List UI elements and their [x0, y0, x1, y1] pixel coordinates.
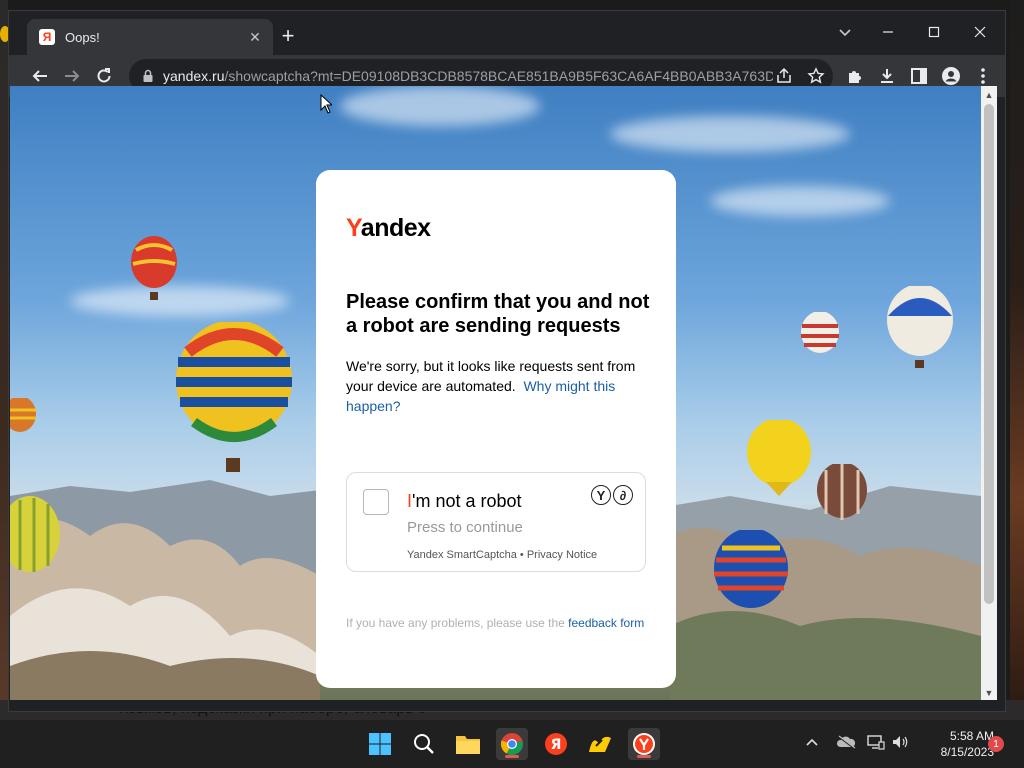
tab-title: Oops! [65, 29, 100, 45]
extensions-puzzle-icon[interactable] [845, 66, 865, 86]
notification-badge[interactable]: 1 [988, 736, 1004, 752]
minimize-icon[interactable] [865, 17, 911, 47]
url-path: /showcaptcha?mt=DE09108DB3CDB8578BCAE851… [224, 68, 773, 84]
hot-air-balloon [801, 312, 839, 353]
smartcaptcha-logo-icon: Y ∂ [591, 485, 633, 505]
yandex-icon[interactable]: Я [540, 728, 572, 760]
logo-rest: andex [360, 214, 431, 242]
windows-start-icon[interactable] [364, 728, 396, 760]
hot-air-balloon [714, 530, 788, 608]
hot-air-balloon [10, 398, 36, 432]
hot-air-balloon [176, 322, 292, 472]
scroll-down-arrow-icon[interactable]: ▼ [984, 688, 994, 698]
hot-air-balloon [887, 286, 953, 368]
svg-text:Я: Я [551, 737, 562, 753]
maximize-icon[interactable] [911, 17, 957, 47]
feedback-form-link[interactable]: feedback form [568, 616, 644, 630]
lock-icon[interactable] [141, 69, 155, 83]
hot-air-balloon [10, 496, 60, 572]
hot-air-balloon [747, 420, 811, 496]
captcha-card: Yandex Please confirm that you and not a… [316, 170, 676, 688]
menu-kebab-icon[interactable] [973, 66, 993, 86]
hot-air-balloon [131, 236, 177, 300]
captcha-footer: Yandex SmartCaptcha • Privacy Notice [407, 549, 597, 561]
footer-separator: • [519, 549, 524, 561]
share-icon[interactable] [775, 67, 793, 85]
cloud [610, 116, 850, 152]
cloud [710, 186, 890, 216]
system-clock[interactable]: 5:58 AM 8/15/2023 [918, 728, 994, 760]
desktop-right-edge [1010, 0, 1024, 712]
yandex-music-icon[interactable] [584, 728, 616, 760]
yandex-logo: Yandex [346, 214, 431, 243]
logo-first-letter: Y [346, 214, 361, 242]
label-rest: 'm not a robot [412, 491, 522, 511]
close-window-icon[interactable] [957, 17, 1003, 47]
running-indicator [637, 755, 651, 758]
tray-chevron-up-icon[interactable] [802, 732, 822, 752]
search-icon[interactable] [408, 728, 440, 760]
url-text[interactable]: yandex.ru/showcaptcha?mt=DE09108DB3CDB85… [163, 68, 773, 84]
press-to-continue: Press to continue [407, 519, 523, 536]
onedrive-offline-icon[interactable] [836, 732, 856, 752]
mouse-cursor-icon [320, 94, 332, 114]
title-bar: Я Oops! ✕ + [9, 11, 1005, 55]
network-icon[interactable] [866, 732, 886, 752]
cloud [70, 286, 290, 316]
tab-close-icon[interactable]: ✕ [247, 29, 263, 46]
feedback-note: If you have any problems, please use the… [346, 614, 646, 632]
new-tab-plus-icon[interactable]: + [277, 25, 299, 47]
feedback-text: If you have any problems, please use the [346, 616, 565, 630]
yandex-browser-icon[interactable] [628, 728, 660, 760]
bookmark-star-icon[interactable] [807, 67, 825, 85]
file-explorer-icon[interactable] [452, 728, 484, 760]
running-indicator [505, 755, 519, 758]
cloud [340, 86, 540, 126]
chrome-icon[interactable] [496, 728, 528, 760]
yandex-favicon-icon: Я [39, 29, 55, 45]
volume-icon[interactable] [890, 732, 910, 752]
smartcaptcha-widget[interactable]: I'm not a robot Press to continue Yandex… [346, 472, 646, 572]
scrollbar-thumb[interactable] [984, 104, 994, 604]
desktop-left-edge [0, 0, 8, 712]
side-panel-icon[interactable] [909, 66, 929, 86]
active-tab[interactable]: Я Oops! ✕ [27, 19, 273, 55]
tab-search-chevron-down-icon[interactable] [835, 23, 855, 43]
not-robot-checkbox[interactable] [363, 489, 389, 515]
clock-date: 8/15/2023 [940, 745, 994, 759]
taskbar: Я 5:58 AM 8/15/2023 1 [0, 720, 1024, 768]
hot-air-balloon [817, 464, 867, 520]
scroll-up-arrow-icon[interactable]: ▲ [984, 90, 994, 100]
y-circle-icon: Y [591, 485, 611, 505]
slash-circle-icon: ∂ [613, 485, 633, 505]
url-host: yandex.ru [163, 68, 225, 84]
smartcaptcha-brand: Yandex SmartCaptcha [407, 549, 517, 561]
page-heading: Please confirm that you and not a robot … [346, 291, 650, 337]
clock-time: 5:58 AM [949, 729, 994, 743]
download-icon[interactable] [877, 66, 897, 86]
profile-avatar-icon[interactable] [941, 66, 961, 86]
privacy-notice-link[interactable]: Privacy Notice [527, 549, 597, 561]
description: We're sorry, but it looks like requests … [346, 356, 650, 416]
not-robot-label[interactable]: I'm not a robot [407, 491, 522, 512]
